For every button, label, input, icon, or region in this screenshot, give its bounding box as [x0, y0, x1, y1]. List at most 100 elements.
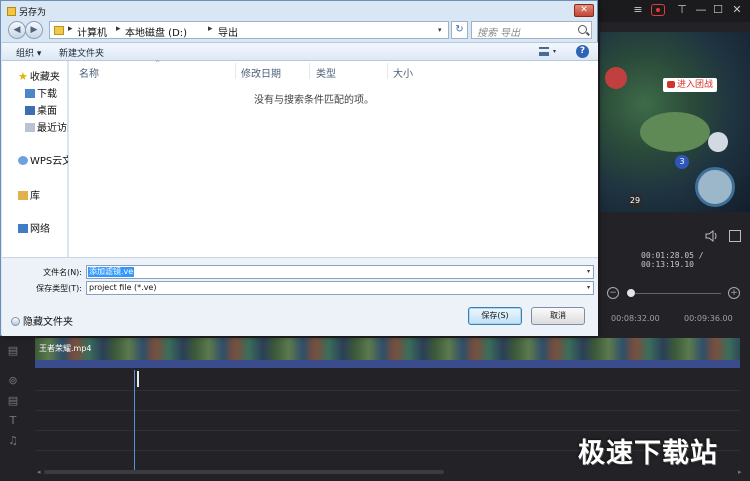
nav-favorites-label: 收藏夹 [29, 72, 60, 82]
minimize-icon[interactable]: — [692, 3, 710, 17]
maximize-icon[interactable]: ☐ [709, 3, 727, 17]
search-placeholder: 搜索 导出 [477, 28, 521, 39]
dialog-app-icon [7, 7, 16, 16]
timeline-scrollbar[interactable] [44, 470, 444, 474]
help-icon[interactable]: ? [576, 45, 589, 58]
clip-name: 王者荣耀.mp4 [39, 344, 92, 353]
skin-icon[interactable]: ⊤ [673, 3, 691, 17]
nav-network-label: 网络 [30, 224, 50, 234]
search-input[interactable]: 搜索 导出 [471, 21, 592, 39]
menu-icon[interactable]: ≡ [629, 3, 647, 17]
filetype-value: project file (*.ve) [89, 283, 157, 292]
video-clip[interactable]: 王者荣耀.mp4 [35, 338, 740, 368]
filetype-label: 保存类型(T): [36, 284, 82, 293]
column-divider[interactable] [235, 63, 236, 79]
breadcrumb-computer[interactable]: 计算机 [77, 24, 107, 39]
forward-button[interactable]: ▶ [25, 21, 43, 39]
time-readout: 00:01:28.05 / 00:13:19.10 [641, 251, 704, 269]
preview-skill-orb [695, 167, 735, 207]
view-options-icon[interactable] [539, 47, 549, 56]
watermark-logo: 极速下载站 [578, 438, 718, 469]
sort-icon: ^ [155, 60, 161, 67]
column-divider[interactable] [309, 63, 310, 79]
music-track-icon: ♫ [8, 434, 18, 447]
filename-dropdown-icon[interactable]: ▾ [587, 268, 590, 275]
network-icon [18, 224, 28, 233]
filetype-select[interactable]: project file (*.ve) ▾ [86, 281, 594, 295]
fullscreen-icon[interactable] [729, 230, 741, 242]
back-button[interactable]: ◀ [8, 21, 26, 39]
save-as-dialog: 另存为 ✕ ◀ ▶ ▸ 计算机 ▸ 本地磁盘 (D:) ▸ 导出 ▾ ↻ 搜索 … [0, 0, 598, 336]
breadcrumb-separator-icon[interactable]: ▸ [208, 24, 213, 34]
star-icon: ★ [18, 70, 28, 82]
ruler-tick-label: 00:08:32.00 [611, 314, 660, 323]
recent-places-icon [25, 123, 35, 132]
nav-downloads-label: 下载 [37, 89, 57, 99]
preview-banner: 进入团战 [663, 78, 718, 92]
filename-field[interactable]: 添加滤镜.ve ▾ [86, 265, 594, 279]
text-track-icon: T [9, 414, 17, 427]
scroll-right-icon[interactable]: ▸ [738, 468, 742, 476]
breadcrumb-separator-icon[interactable]: ▸ [116, 24, 121, 34]
download-folder-icon [25, 89, 35, 98]
filename-value: 添加滤镜.ve [88, 267, 135, 277]
navigation-pane: ★收藏夹 下载 桌面 最近访问的位置 WPS云文档 库 网络 [2, 61, 68, 257]
desktop-icon [25, 106, 35, 115]
zoom-in-icon[interactable]: + [728, 287, 740, 299]
column-size[interactable]: 大小 [393, 65, 413, 80]
nav-wps-cloud[interactable]: WPS云文档 [18, 152, 68, 166]
new-folder-button[interactable]: 新建文件夹 [59, 46, 104, 59]
preview-grass [640, 112, 710, 152]
video-preview[interactable]: 进入团战 3 29 [600, 32, 750, 212]
cloud-icon [18, 156, 28, 165]
volume-icon[interactable] [705, 230, 719, 242]
preview-number: 29 [628, 194, 642, 208]
dialog-close-button[interactable]: ✕ [574, 4, 594, 17]
record-icon[interactable] [651, 4, 665, 16]
preview-hero-red [605, 67, 627, 89]
text-cursor [137, 371, 139, 387]
filetype-dropdown-icon[interactable]: ▾ [587, 284, 590, 291]
empty-results-message: 没有与搜索条件匹配的项。 [254, 95, 374, 106]
zoom-out-icon[interactable]: − [607, 287, 619, 299]
zoom-slider-knob[interactable] [627, 289, 635, 297]
breadcrumb-export[interactable]: 导出 [218, 24, 238, 39]
nav-recent[interactable]: 最近访问的位置 [25, 119, 68, 133]
address-dropdown-icon[interactable]: ▾ [438, 26, 442, 34]
collapse-icon [11, 317, 20, 326]
address-bar[interactable]: ▸ 计算机 ▸ 本地磁盘 (D:) ▸ 导出 [49, 21, 449, 39]
nav-wps-cloud-label: WPS云文档 [30, 156, 68, 166]
dialog-title-text: 另存为 [19, 8, 47, 18]
file-list[interactable]: 名称 ^ 修改日期 类型 大小 没有与搜索条件匹配的项。 [69, 60, 598, 257]
preview-number: 3 [675, 155, 689, 169]
column-name[interactable]: 名称 [79, 65, 99, 80]
library-icon [18, 191, 28, 200]
folder-icon [54, 26, 64, 35]
preview-hero-white [708, 132, 728, 152]
column-modified[interactable]: 修改日期 [241, 65, 281, 80]
search-icon [578, 25, 587, 34]
playhead[interactable] [134, 370, 135, 470]
zoom-slider-track[interactable] [631, 293, 721, 294]
breadcrumb-separator-icon[interactable]: ▸ [68, 24, 73, 34]
filename-label: 文件名(N): [43, 268, 82, 277]
close-icon[interactable]: ✕ [728, 3, 746, 17]
save-button[interactable]: 保存(S) [468, 307, 522, 325]
column-divider[interactable] [387, 63, 388, 79]
hide-folders-toggle[interactable]: 隐藏文件夹 [11, 313, 73, 328]
dialog-title: 另存为 [7, 5, 46, 18]
refresh-button[interactable]: ↻ [451, 21, 468, 39]
effects-track-icon: ⊚ [8, 374, 18, 387]
cancel-button[interactable]: 取消 [531, 307, 585, 325]
nav-desktop-label: 桌面 [37, 106, 57, 116]
nav-recent-label: 最近访问的位置 [37, 123, 68, 133]
view-dropdown-icon[interactable]: ▾ [553, 48, 556, 55]
breadcrumb-drive[interactable]: 本地磁盘 (D:) [125, 24, 187, 39]
overlay-track-icon: ▤ [7, 394, 19, 407]
column-type[interactable]: 类型 [316, 65, 336, 80]
hide-folders-label: 隐藏文件夹 [23, 317, 73, 328]
organize-menu[interactable]: 组织 ▾ [16, 46, 41, 59]
track-divider [35, 390, 740, 391]
nav-libraries-label: 库 [30, 191, 40, 201]
scroll-left-icon[interactable]: ◂ [37, 468, 41, 476]
